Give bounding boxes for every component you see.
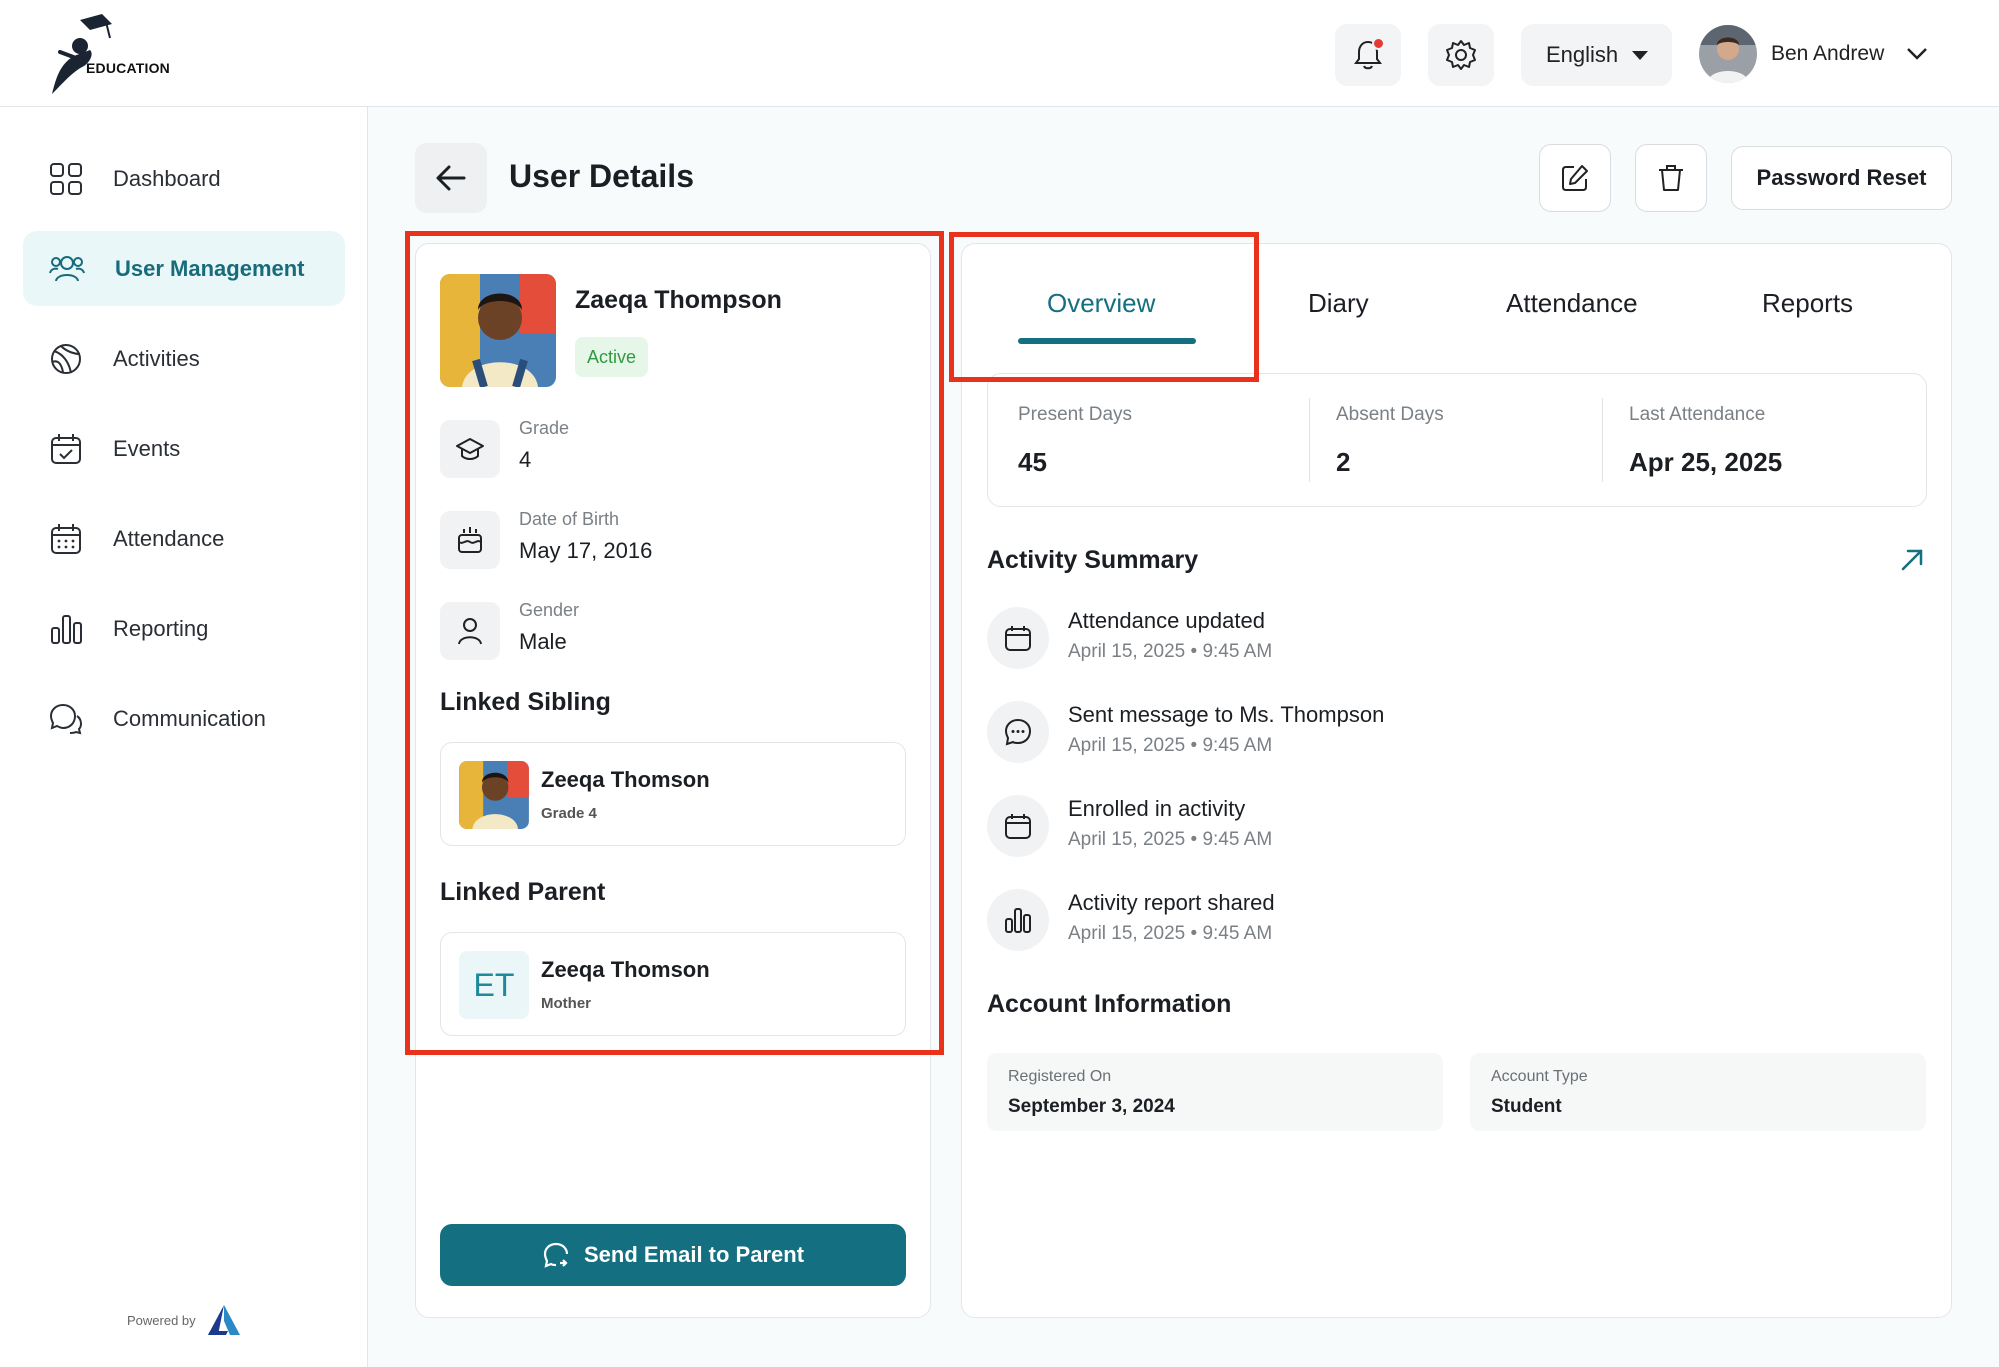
notification-button[interactable] [1335,24,1401,86]
gear-icon [1446,40,1476,70]
users-icon [49,255,85,281]
user-menu[interactable]: Ben Andrew [1699,25,1928,83]
sidebar-item-activities[interactable]: Activities [23,321,345,396]
password-reset-button[interactable]: Password Reset [1731,146,1952,210]
logo-text: EDUCATION [86,60,170,76]
sidebar-item-label: Dashboard [113,165,221,191]
education-logo[interactable] [50,12,180,98]
sidebar-item-events[interactable]: Events [23,411,345,486]
last-attendance-value: Apr 25, 2025 [1629,447,1783,477]
delete-button[interactable] [1635,144,1707,212]
activity-item[interactable]: Enrolled in activity April 15, 2025 • 9:… [987,795,1887,859]
activity-time: April 15, 2025 • 9:45 AM [1068,641,1273,662]
activity-title: Activity report shared [1068,890,1275,915]
arrow-left-icon [436,165,466,191]
trash-icon [1659,165,1683,191]
registered-on-box: Registered On September 3, 2024 [987,1053,1443,1131]
send-email-label: Send Email to Parent [583,1242,805,1267]
open-external-icon[interactable] [1899,547,1925,578]
highlight-profile-box [405,231,944,1055]
activity-time: April 15, 2025 • 9:45 AM [1068,923,1273,944]
account-info-title: Account Information [987,990,1232,1018]
tab-attendance[interactable]: Attendance [1506,288,1638,319]
chat-icon [543,1242,569,1268]
activity-time: April 15, 2025 • 9:45 AM [1068,735,1273,756]
activity-title: Enrolled in activity [1068,796,1246,821]
calendar-check-icon [51,433,81,464]
sidebar-item-label: Reporting [113,615,209,641]
sidebar-item-communication[interactable]: Communication [23,681,345,756]
account-type-value: Student [1491,1096,1562,1117]
activity-title: Sent message to Ms. Thompson [1068,702,1385,727]
activity-title: Attendance updated [1068,608,1265,633]
sidebar-item-label: Activities [113,345,200,371]
sidebar-item-label: Attendance [113,525,225,551]
account-type-box: Account Type Student [1470,1053,1926,1131]
sidebar-item-user-management[interactable]: User Management [23,231,345,306]
calendar-icon [51,523,81,554]
powered-by-label: Powered by [127,1312,196,1328]
registered-on-value: September 3, 2024 [1008,1096,1175,1117]
divider [1309,398,1310,482]
absent-days-label: Absent Days [1336,404,1444,425]
highlight-overview-tab-box [949,232,1259,382]
send-email-button[interactable]: Send Email to Parent [440,1224,906,1286]
ball-icon [51,343,81,374]
chevron-down-icon [1907,48,1928,60]
avatar [1699,25,1757,83]
sidebar-item-attendance[interactable]: Attendance [23,501,345,576]
language-label: English [1546,42,1619,67]
back-button[interactable] [415,143,487,213]
attendance-stats [987,373,1927,507]
edit-button[interactable] [1539,144,1611,212]
sidebar-item-reporting[interactable]: Reporting [23,591,345,666]
settings-button[interactable] [1428,24,1494,86]
sidebar-item-dashboard[interactable]: Dashboard [23,141,345,216]
powered-by: Powered by [127,1303,242,1337]
last-attendance-label: Last Attendance [1629,404,1766,425]
divider [1602,398,1603,482]
sidebar-item-label: Communication [113,705,266,731]
page-title: User Details [509,158,694,194]
tab-diary[interactable]: Diary [1308,288,1369,319]
present-days-value: 45 [1018,447,1047,477]
logo-mark [52,14,112,94]
top-bar: EDUCATION English Ben Andrew [0,0,1999,107]
user-name: Ben Andrew [1771,42,1885,65]
edit-icon [1562,165,1588,191]
activity-item[interactable]: Sent message to Ms. Thompson April 15, 2… [987,701,1887,765]
calendar-icon [987,607,1049,669]
activity-item[interactable]: Attendance updated April 15, 2025 • 9:45… [987,607,1887,671]
sidebar: Dashboard User Management Activities Eve… [0,107,368,1367]
sidebar-item-label: User Management [115,255,305,281]
bar-chart-icon [51,614,82,644]
language-select[interactable]: English [1521,24,1672,86]
caret-down-icon [1632,50,1649,60]
activity-item[interactable]: Activity report shared April 15, 2025 • … [987,889,1887,953]
chat-icon [49,703,83,734]
calendar-icon [987,795,1049,857]
present-days-label: Present Days [1018,404,1133,425]
bar-chart-icon [987,889,1049,951]
activity-time: April 15, 2025 • 9:45 AM [1068,829,1273,850]
notification-dot [1372,37,1385,50]
grid-icon [50,162,82,195]
activity-summary-title: Activity Summary [987,546,1199,574]
absent-days-value: 2 [1336,447,1351,477]
message-icon [987,701,1049,763]
tab-reports[interactable]: Reports [1762,288,1853,319]
registered-on-label: Registered On [1008,1068,1112,1085]
sidebar-item-label: Events [113,435,181,461]
brand-logo-icon [207,1305,240,1335]
account-type-label: Account Type [1491,1068,1588,1085]
